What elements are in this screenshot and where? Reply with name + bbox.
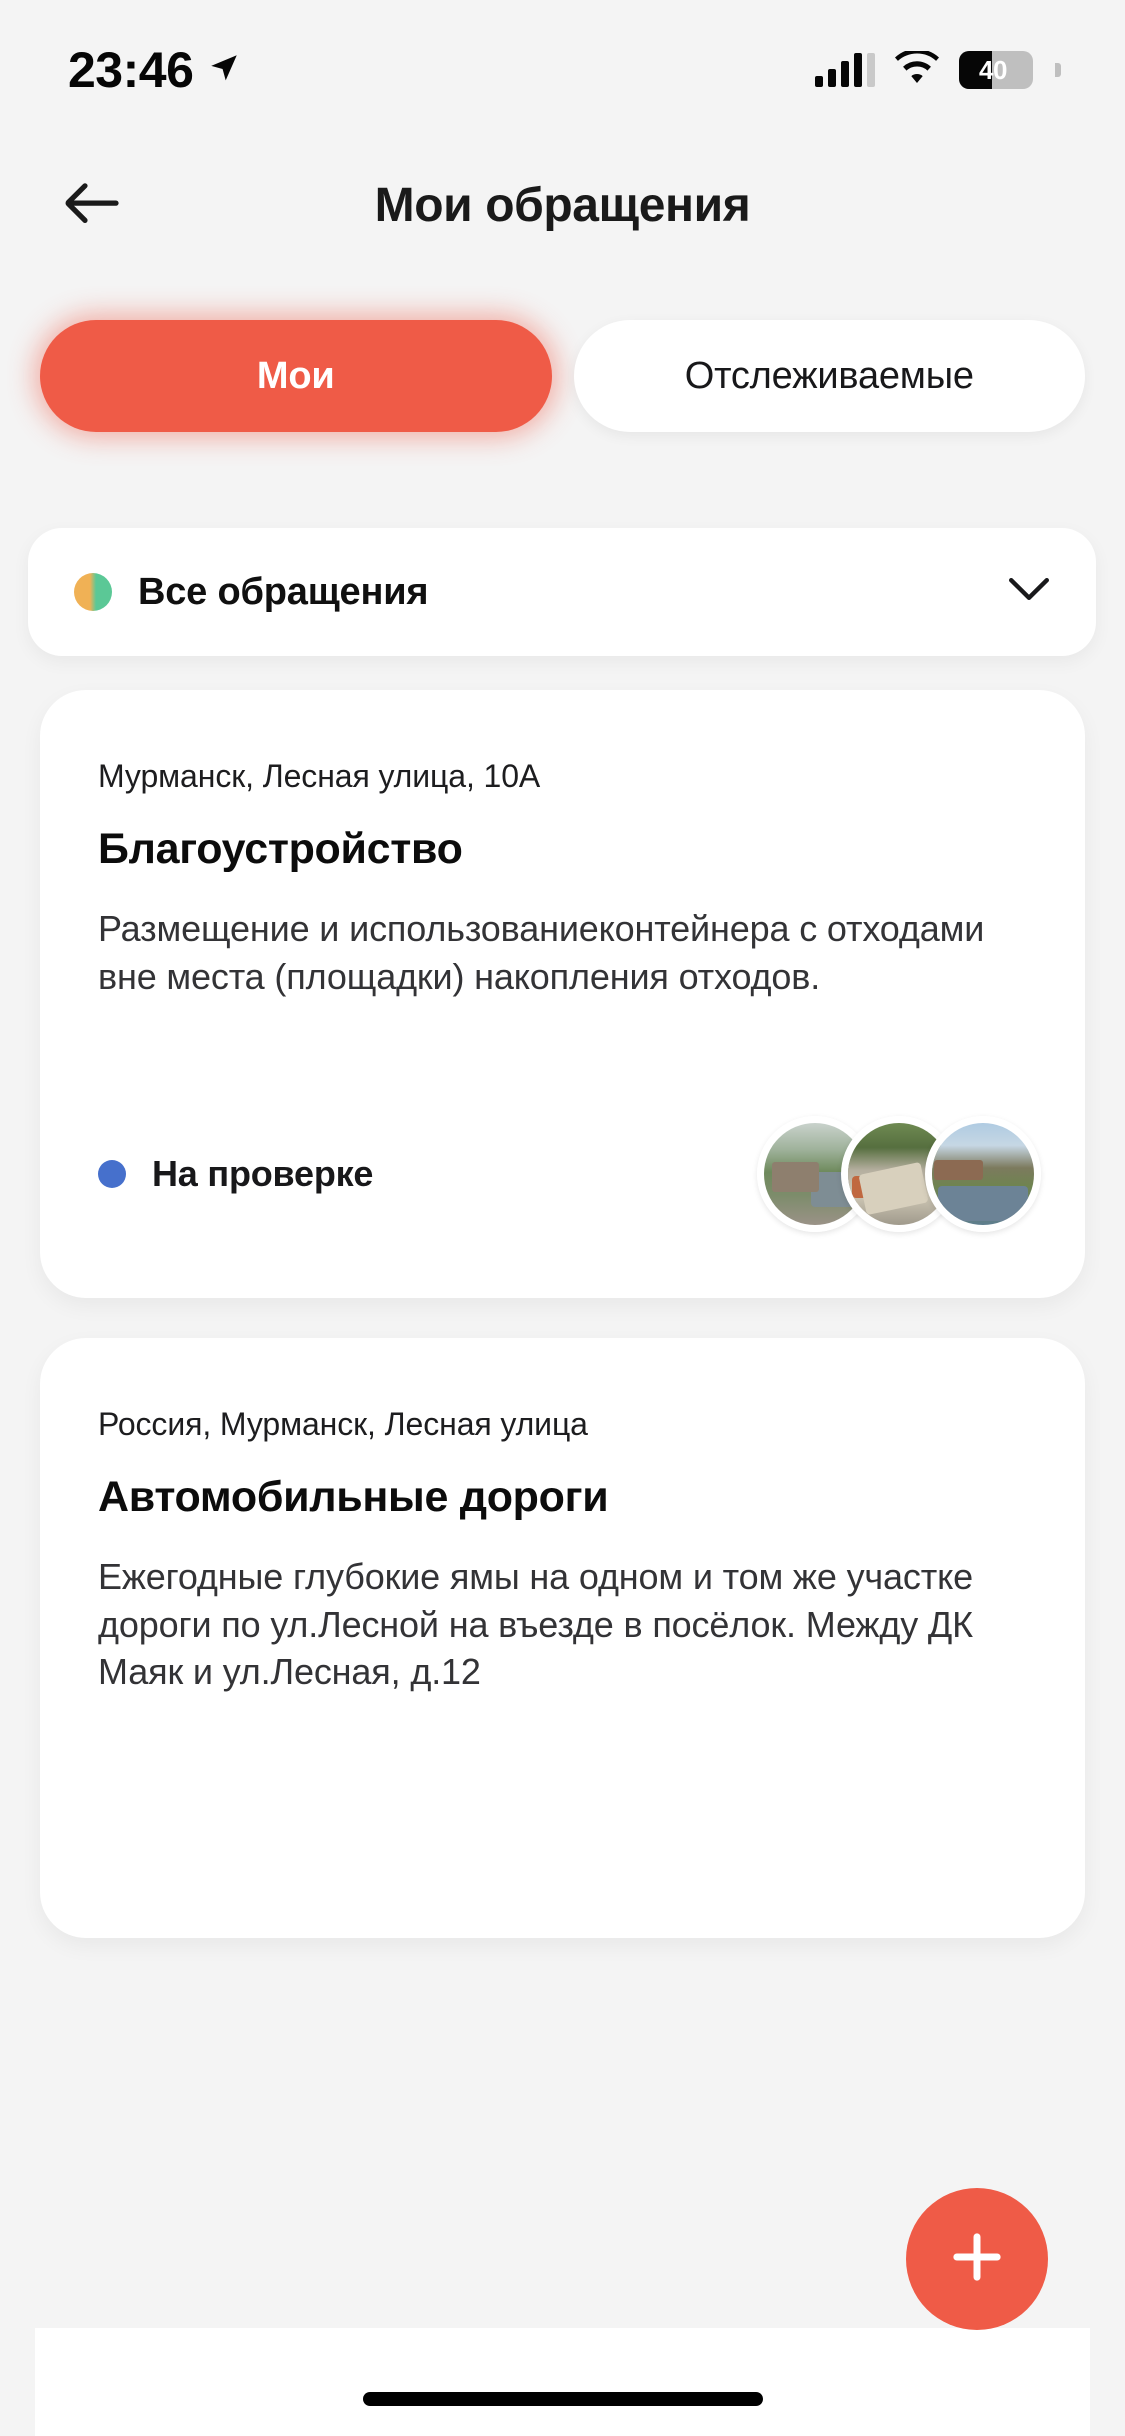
- location-arrow-icon: [207, 51, 241, 90]
- request-address: Россия, Мурманск, Лесная улица: [98, 1406, 588, 1442]
- cellular-signal-icon: [815, 53, 875, 87]
- status-bar-clock: 23:46: [68, 42, 194, 98]
- bottom-safe-area: [35, 2328, 1090, 2436]
- attachment-thumbnails[interactable]: [757, 1116, 1041, 1232]
- tab-tracked-requests[interactable]: Отслеживаемые: [573, 320, 1085, 432]
- status-dot-icon: [98, 1160, 126, 1188]
- status-bar: 23:46 40: [0, 0, 1125, 140]
- back-button[interactable]: [48, 160, 138, 250]
- request-category-title: Благоустройство: [98, 825, 463, 873]
- battery-percent-label: 40: [979, 54, 1007, 85]
- navigation-bar: Мои обращения: [0, 150, 1125, 260]
- status-gradient-dot-icon: [74, 573, 112, 611]
- wifi-icon: [895, 48, 939, 90]
- app-screen: 23:46 40 Мои обращения Мои Отслеживаемые…: [0, 0, 1125, 2436]
- status-bar-right: 40: [815, 48, 1061, 90]
- tab-my-requests[interactable]: Мои: [40, 320, 552, 432]
- filter-selected-label: Все обращения: [138, 570, 429, 613]
- status-bar-left: 23:46: [68, 45, 241, 95]
- request-category-title: Автомобильные дороги: [98, 1473, 609, 1521]
- chevron-down-icon: [1008, 577, 1050, 608]
- request-description: Размещение и использованиеконтейнера с о…: [98, 907, 985, 997]
- request-card[interactable]: Мурманск, Лесная улица, 10А Благоустройс…: [40, 690, 1085, 1298]
- back-arrow-icon: [64, 179, 122, 232]
- request-card[interactable]: Россия, Мурманск, Лесная улица Автомобил…: [40, 1338, 1085, 1938]
- battery-icon: 40: [959, 51, 1033, 89]
- request-address: Мурманск, Лесная улица, 10А: [98, 758, 541, 794]
- status-badge: На проверке: [98, 1153, 373, 1195]
- page-title: Мои обращения: [374, 178, 751, 232]
- battery-cap-icon: [1055, 63, 1061, 77]
- add-request-button[interactable]: [906, 2188, 1048, 2330]
- request-description: Ежегодные глубокие ямы на одном и том же…: [98, 1555, 973, 1693]
- segmented-tabs: Мои Отслеживаемые: [40, 320, 1085, 432]
- requests-feed: Мурманск, Лесная улица, 10А Благоустройс…: [0, 690, 1125, 2436]
- status-label: На проверке: [152, 1153, 374, 1194]
- thumbnail-photo[interactable]: [925, 1116, 1041, 1232]
- home-indicator[interactable]: [362, 2392, 763, 2406]
- plus-icon: [946, 2226, 1008, 2293]
- filter-dropdown[interactable]: Все обращения: [28, 528, 1096, 656]
- request-card-footer: На проверке: [98, 1116, 1041, 1232]
